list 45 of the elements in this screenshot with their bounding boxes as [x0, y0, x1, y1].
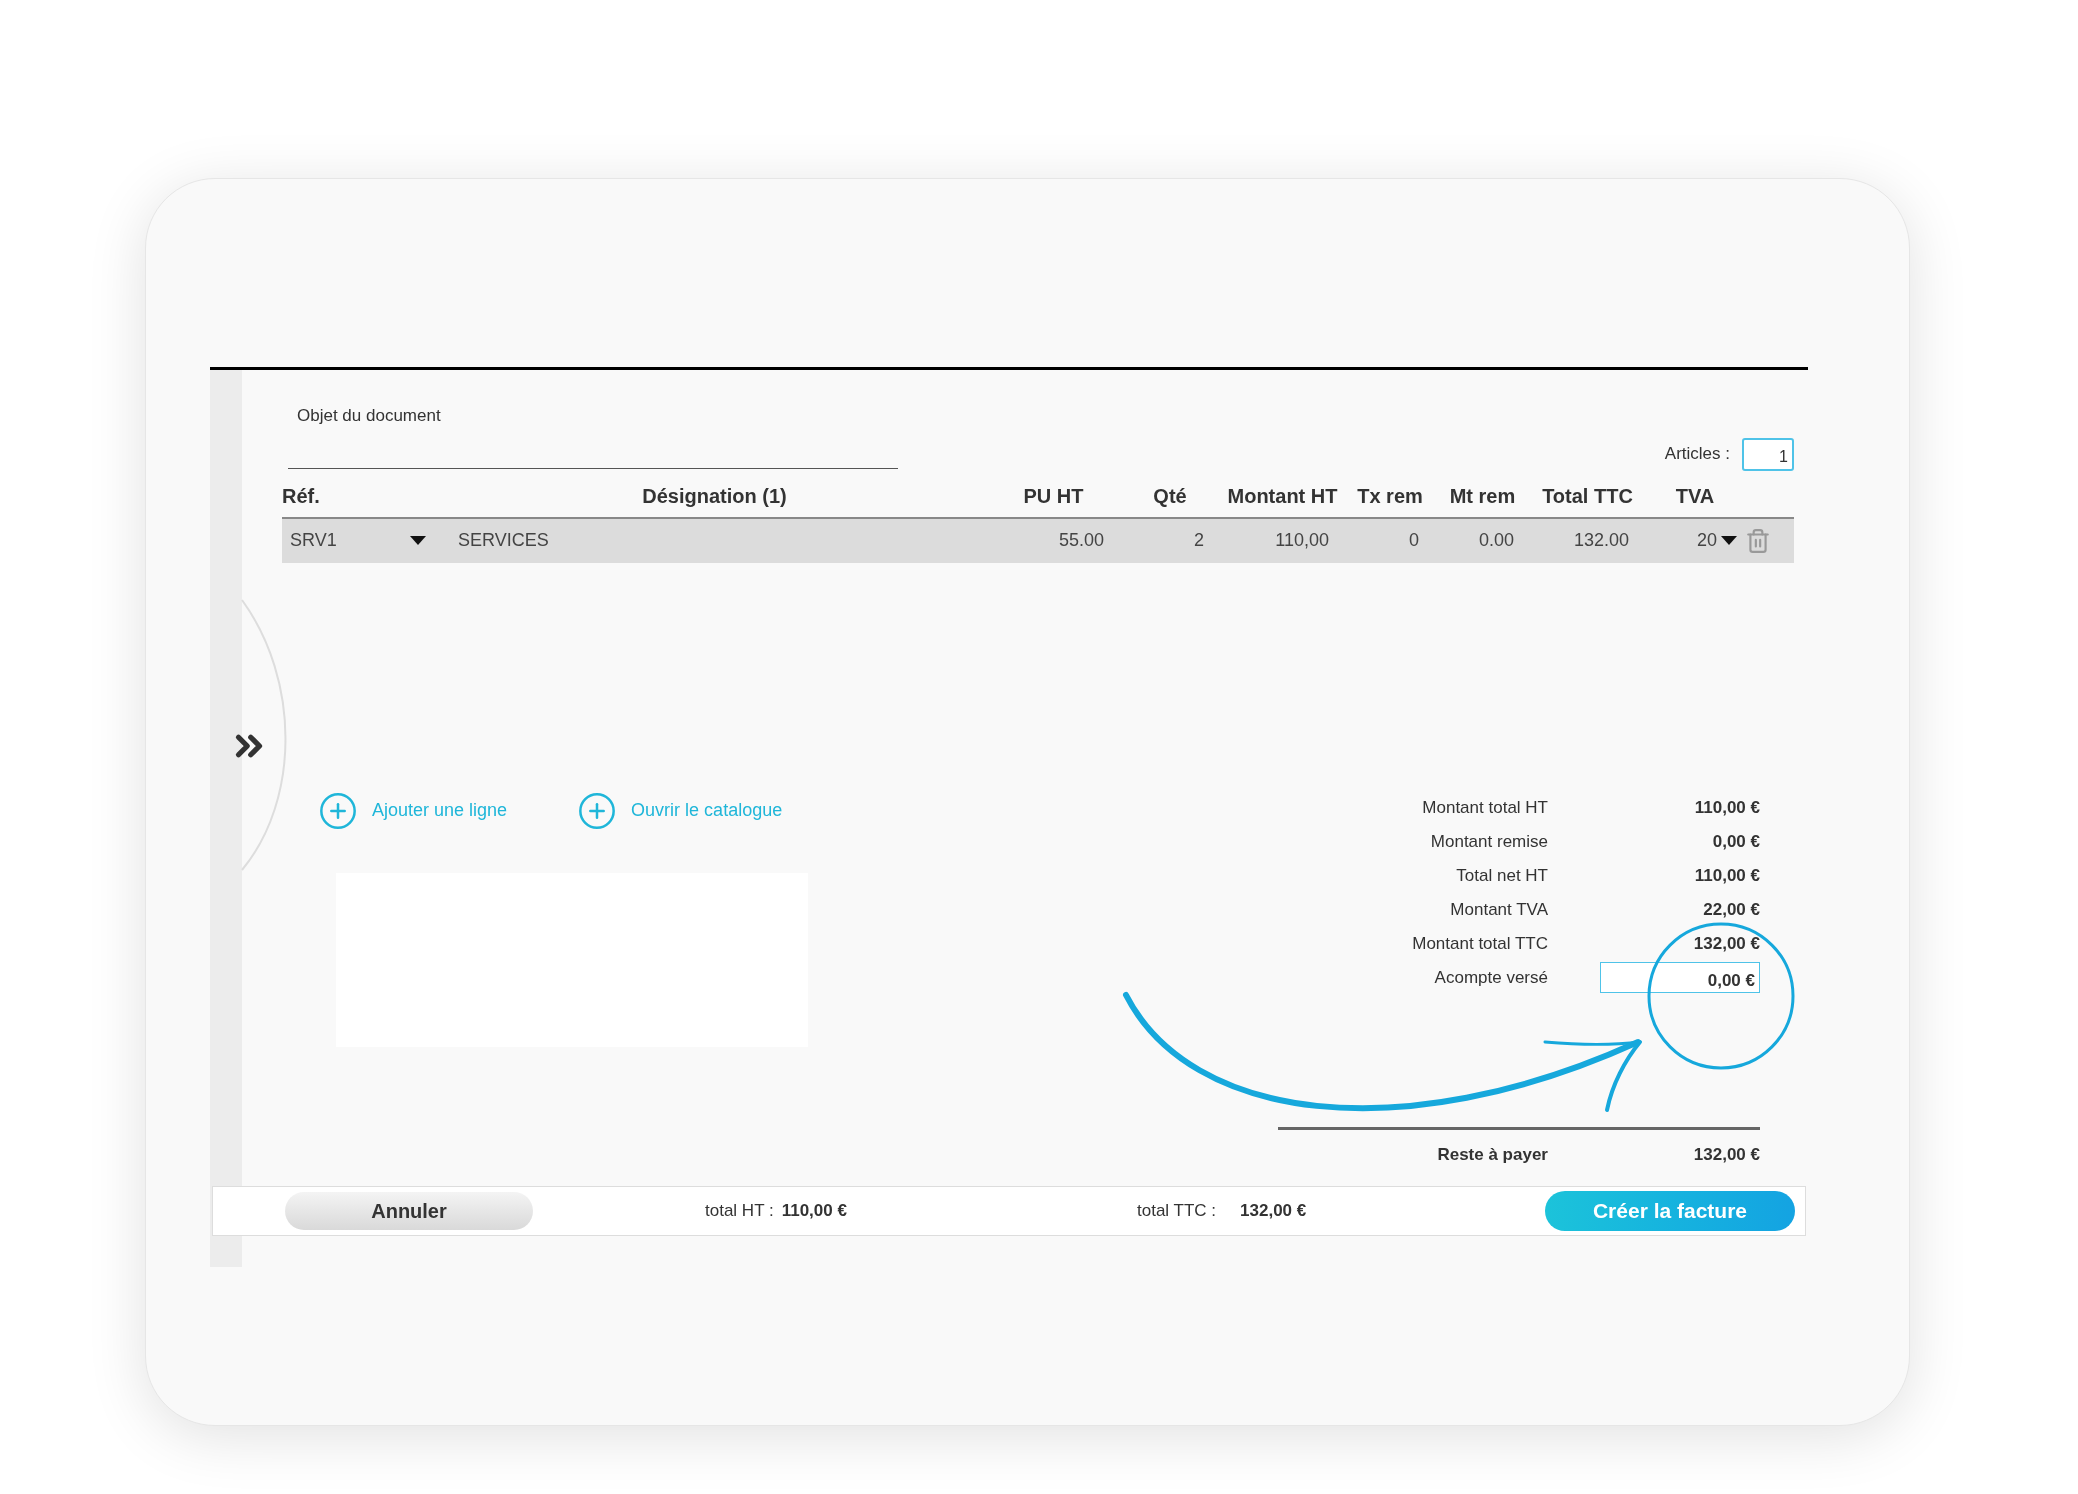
cancel-button[interactable]: Annuler: [285, 1191, 533, 1230]
balance-value: 132,00 €: [1693, 1144, 1760, 1164]
total-value: 0,00 €: [1712, 830, 1760, 853]
total-label: Montant total HT: [1422, 797, 1548, 817]
total-label: Montant total TTC: [1412, 933, 1548, 953]
dropdown-caret-icon[interactable]: [1721, 535, 1737, 546]
table-cell: 110,00: [1275, 530, 1329, 550]
articles-label: Articles :: [1664, 443, 1730, 466]
total-ht-value: 110,00 €: [781, 1199, 847, 1222]
column-header: TVA: [1675, 484, 1715, 507]
table-cell: 132.00: [1573, 530, 1629, 550]
table-cell: 55.00: [1058, 530, 1104, 550]
total-label: Acompte versé: [1434, 967, 1548, 987]
table-cell: 2: [1194, 530, 1204, 550]
total-ttc-label: total TTC :: [1137, 1199, 1217, 1222]
add-icon: [318, 790, 358, 831]
column-header: Tx rem: [1357, 484, 1423, 507]
total-value: 110,00 €: [1694, 796, 1760, 819]
table-cell-text: SRV1: [290, 529, 337, 552]
column-header: Total TTC: [1542, 484, 1633, 507]
table-row[interactable]: SRV1 SERVICES 55.00 2 110,00 0 0.00 132.00 20: [282, 518, 1794, 563]
column-header: PU HT: [1023, 484, 1084, 507]
total-value: 132,00 €: [1693, 932, 1760, 955]
total-ttc-value: 132,00 €: [1240, 1199, 1307, 1222]
deposit-field[interactable]: 0,00 €: [1600, 962, 1760, 993]
total-label: Total net HT: [1456, 865, 1548, 885]
column-header: Mt rem: [1449, 484, 1516, 507]
table-cell-text: 20: [1696, 529, 1717, 552]
total-label: Montant TVA: [1450, 899, 1548, 919]
field-label: Objet du document: [297, 405, 442, 427]
articles-count-field[interactable]: 1: [1742, 437, 1794, 471]
total-label: Montant remise: [1430, 831, 1548, 851]
add-icon: [577, 790, 618, 831]
column-header: Réf.: [282, 484, 320, 507]
table-cell: 0: [1409, 530, 1419, 550]
table-cell: SERVICES: [458, 530, 549, 550]
table-cell: 0.00: [1478, 530, 1514, 550]
total-value: 22,00 €: [1703, 898, 1760, 921]
total-value: 110,00 €: [1694, 864, 1760, 887]
dropdown-caret-icon[interactable]: [410, 535, 426, 546]
balance-label: Reste à payer: [1437, 1144, 1548, 1164]
column-header: Qté: [1153, 484, 1187, 507]
column-header: Montant HT: [1227, 484, 1338, 507]
column-header: Désignation (1): [642, 484, 787, 507]
total-ht-label: total HT :: [705, 1199, 774, 1222]
